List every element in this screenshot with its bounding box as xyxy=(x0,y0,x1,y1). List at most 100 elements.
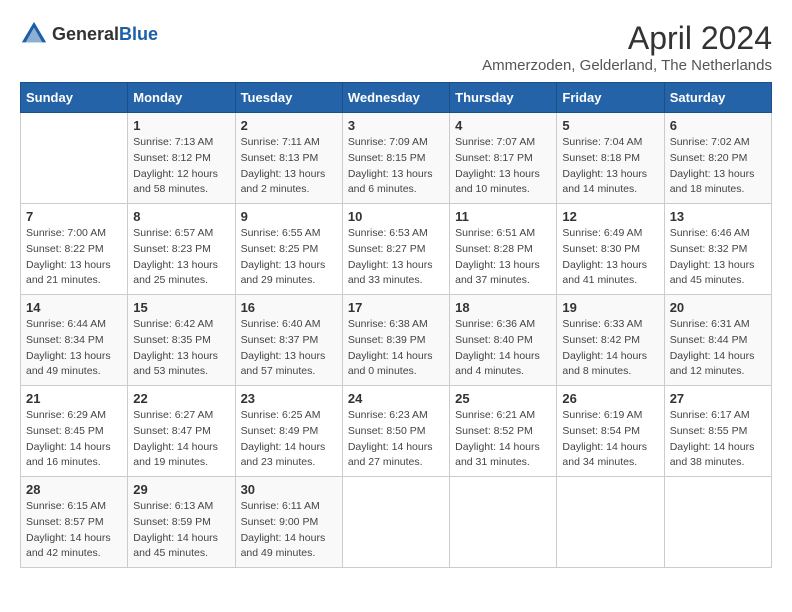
week-row-4: 28 Sunrise: 6:15 AMSunset: 8:57 PMDayligh… xyxy=(21,477,772,568)
day-cell: 7 Sunrise: 7:00 AMSunset: 8:22 PMDaylight… xyxy=(21,204,128,295)
day-cell: 24Sunrise: 6:23 AMSunset: 8:50 PMDayligh… xyxy=(342,386,449,477)
day-number: 21 xyxy=(26,391,122,406)
day-detail: Sunrise: 6:27 AMSunset: 8:47 PMDaylight:… xyxy=(133,409,218,468)
day-number: 7 xyxy=(26,209,122,224)
day-cell: 4Sunrise: 7:07 AMSunset: 8:17 PMDaylight… xyxy=(450,113,557,204)
day-number: 22 xyxy=(133,391,229,406)
day-detail: Sunrise: 6:36 AMSunset: 8:40 PMDaylight:… xyxy=(455,318,540,377)
day-cell: 2 Sunrise: 7:11 AMSunset: 8:13 PMDaylight… xyxy=(235,113,342,204)
day-number: 28 xyxy=(26,482,122,497)
day-cell: 20 Sunrise: 6:31 AMSunset: 8:44 PMDayligh… xyxy=(664,295,771,386)
week-row-2: 14 Sunrise: 6:44 AMSunset: 8:34 PMDayligh… xyxy=(21,295,772,386)
page-header: GeneralBlue April 2024 Ammerzoden, Gelde… xyxy=(20,20,772,74)
day-detail: Sunrise: 6:55 AMSunset: 8:25 PMDaylight:… xyxy=(241,227,326,286)
day-detail: Sunrise: 6:42 AMSunset: 8:35 PMDaylight:… xyxy=(133,318,218,377)
day-detail: Sunrise: 7:02 AMSunset: 8:20 PMDaylight:… xyxy=(670,136,755,195)
day-cell: 27 Sunrise: 6:17 AMSunset: 8:55 PMDayligh… xyxy=(664,386,771,477)
day-cell: 21 Sunrise: 6:29 AMSunset: 8:45 PMDayligh… xyxy=(21,386,128,477)
day-cell xyxy=(21,113,128,204)
day-detail: Sunrise: 6:38 AMSunset: 8:39 PMDaylight:… xyxy=(348,318,433,377)
day-cell: 18 Sunrise: 6:36 AMSunset: 8:40 PMDayligh… xyxy=(450,295,557,386)
title-block: April 2024 Ammerzoden, Gelderland, The N… xyxy=(482,20,772,74)
day-detail: Sunrise: 6:19 AMSunset: 8:54 PMDaylight:… xyxy=(562,409,647,468)
day-number: 12 xyxy=(562,209,658,224)
day-cell: 3 Sunrise: 7:09 AMSunset: 8:15 PMDaylight… xyxy=(342,113,449,204)
calendar-body: 1 Sunrise: 7:13 AMSunset: 8:12 PMDaylight… xyxy=(21,113,772,568)
day-number: 1 xyxy=(133,118,229,133)
day-number: 3 xyxy=(348,118,444,133)
day-cell: 12 Sunrise: 6:49 AMSunset: 8:30 PMDayligh… xyxy=(557,204,664,295)
day-cell: 10Sunrise: 6:53 AMSunset: 8:27 PMDayligh… xyxy=(342,204,449,295)
day-number: 9 xyxy=(241,209,337,224)
day-cell: 30Sunrise: 6:11 AMSunset: 9:00 PMDayligh… xyxy=(235,477,342,568)
day-cell: 26 Sunrise: 6:19 AMSunset: 8:54 PMDayligh… xyxy=(557,386,664,477)
day-cell: 9 Sunrise: 6:55 AMSunset: 8:25 PMDaylight… xyxy=(235,204,342,295)
day-cell: 6 Sunrise: 7:02 AMSunset: 8:20 PMDaylight… xyxy=(664,113,771,204)
header-thursday: Thursday xyxy=(450,83,557,113)
day-detail: Sunrise: 6:23 AMSunset: 8:50 PMDaylight:… xyxy=(348,409,433,468)
header-tuesday: Tuesday xyxy=(235,83,342,113)
day-cell: 8 Sunrise: 6:57 AMSunset: 8:23 PMDaylight… xyxy=(128,204,235,295)
week-row-0: 1 Sunrise: 7:13 AMSunset: 8:12 PMDaylight… xyxy=(21,113,772,204)
day-number: 10 xyxy=(348,209,444,224)
day-detail: Sunrise: 7:13 AMSunset: 8:12 PMDaylight:… xyxy=(133,136,218,195)
day-number: 2 xyxy=(241,118,337,133)
day-number: 18 xyxy=(455,300,551,315)
day-detail: Sunrise: 6:21 AMSunset: 8:52 PMDaylight:… xyxy=(455,409,540,468)
day-number: 25 xyxy=(455,391,551,406)
day-cell xyxy=(342,477,449,568)
day-cell: 11 Sunrise: 6:51 AMSunset: 8:28 PMDayligh… xyxy=(450,204,557,295)
day-cell: 28 Sunrise: 6:15 AMSunset: 8:57 PMDayligh… xyxy=(21,477,128,568)
day-detail: Sunrise: 6:29 AMSunset: 8:45 PMDaylight:… xyxy=(26,409,111,468)
day-detail: Sunrise: 7:09 AMSunset: 8:15 PMDaylight:… xyxy=(348,136,433,195)
day-number: 26 xyxy=(562,391,658,406)
day-cell: 15 Sunrise: 6:42 AMSunset: 8:35 PMDayligh… xyxy=(128,295,235,386)
day-number: 29 xyxy=(133,482,229,497)
day-detail: Sunrise: 6:40 AMSunset: 8:37 PMDaylight:… xyxy=(241,318,326,377)
day-number: 5 xyxy=(562,118,658,133)
day-detail: Sunrise: 6:46 AMSunset: 8:32 PMDaylight:… xyxy=(670,227,755,286)
day-cell: 19Sunrise: 6:33 AMSunset: 8:42 PMDayligh… xyxy=(557,295,664,386)
header-monday: Monday xyxy=(128,83,235,113)
day-detail: Sunrise: 6:49 AMSunset: 8:30 PMDaylight:… xyxy=(562,227,647,286)
day-number: 15 xyxy=(133,300,229,315)
day-cell: 22 Sunrise: 6:27 AMSunset: 8:47 PMDayligh… xyxy=(128,386,235,477)
day-detail: Sunrise: 7:00 AMSunset: 8:22 PMDaylight:… xyxy=(26,227,111,286)
day-detail: Sunrise: 7:04 AMSunset: 8:18 PMDaylight:… xyxy=(562,136,647,195)
day-cell: 17 Sunrise: 6:38 AMSunset: 8:39 PMDayligh… xyxy=(342,295,449,386)
day-detail: Sunrise: 6:51 AMSunset: 8:28 PMDaylight:… xyxy=(455,227,540,286)
subtitle: Ammerzoden, Gelderland, The Netherlands xyxy=(482,57,772,74)
day-cell: 16 Sunrise: 6:40 AMSunset: 8:37 PMDayligh… xyxy=(235,295,342,386)
day-cell: 23Sunrise: 6:25 AMSunset: 8:49 PMDayligh… xyxy=(235,386,342,477)
day-detail: Sunrise: 7:07 AMSunset: 8:17 PMDaylight:… xyxy=(455,136,540,195)
day-detail: Sunrise: 7:11 AMSunset: 8:13 PMDaylight:… xyxy=(241,136,326,195)
day-number: 27 xyxy=(670,391,766,406)
day-number: 17 xyxy=(348,300,444,315)
calendar-header-row: SundayMondayTuesdayWednesdayThursdayFrid… xyxy=(21,83,772,113)
day-number: 13 xyxy=(670,209,766,224)
day-number: 30 xyxy=(241,482,337,497)
day-detail: Sunrise: 6:31 AMSunset: 8:44 PMDaylight:… xyxy=(670,318,755,377)
day-cell: 29 Sunrise: 6:13 AMSunset: 8:59 PMDayligh… xyxy=(128,477,235,568)
day-detail: Sunrise: 6:17 AMSunset: 8:55 PMDaylight:… xyxy=(670,409,755,468)
day-number: 14 xyxy=(26,300,122,315)
day-cell xyxy=(557,477,664,568)
day-number: 19 xyxy=(562,300,658,315)
week-row-1: 7 Sunrise: 7:00 AMSunset: 8:22 PMDaylight… xyxy=(21,204,772,295)
day-cell: 1 Sunrise: 7:13 AMSunset: 8:12 PMDaylight… xyxy=(128,113,235,204)
day-cell xyxy=(450,477,557,568)
day-detail: Sunrise: 6:15 AMSunset: 8:57 PMDaylight:… xyxy=(26,500,111,559)
day-cell: 14 Sunrise: 6:44 AMSunset: 8:34 PMDayligh… xyxy=(21,295,128,386)
day-detail: Sunrise: 6:44 AMSunset: 8:34 PMDaylight:… xyxy=(26,318,111,377)
header-saturday: Saturday xyxy=(664,83,771,113)
day-detail: Sunrise: 6:57 AMSunset: 8:23 PMDaylight:… xyxy=(133,227,218,286)
day-number: 16 xyxy=(241,300,337,315)
logo-icon xyxy=(20,20,48,48)
logo: GeneralBlue xyxy=(20,20,158,48)
day-number: 6 xyxy=(670,118,766,133)
day-number: 11 xyxy=(455,209,551,224)
day-number: 20 xyxy=(670,300,766,315)
day-detail: Sunrise: 6:13 AMSunset: 8:59 PMDaylight:… xyxy=(133,500,218,559)
header-sunday: Sunday xyxy=(21,83,128,113)
day-number: 8 xyxy=(133,209,229,224)
